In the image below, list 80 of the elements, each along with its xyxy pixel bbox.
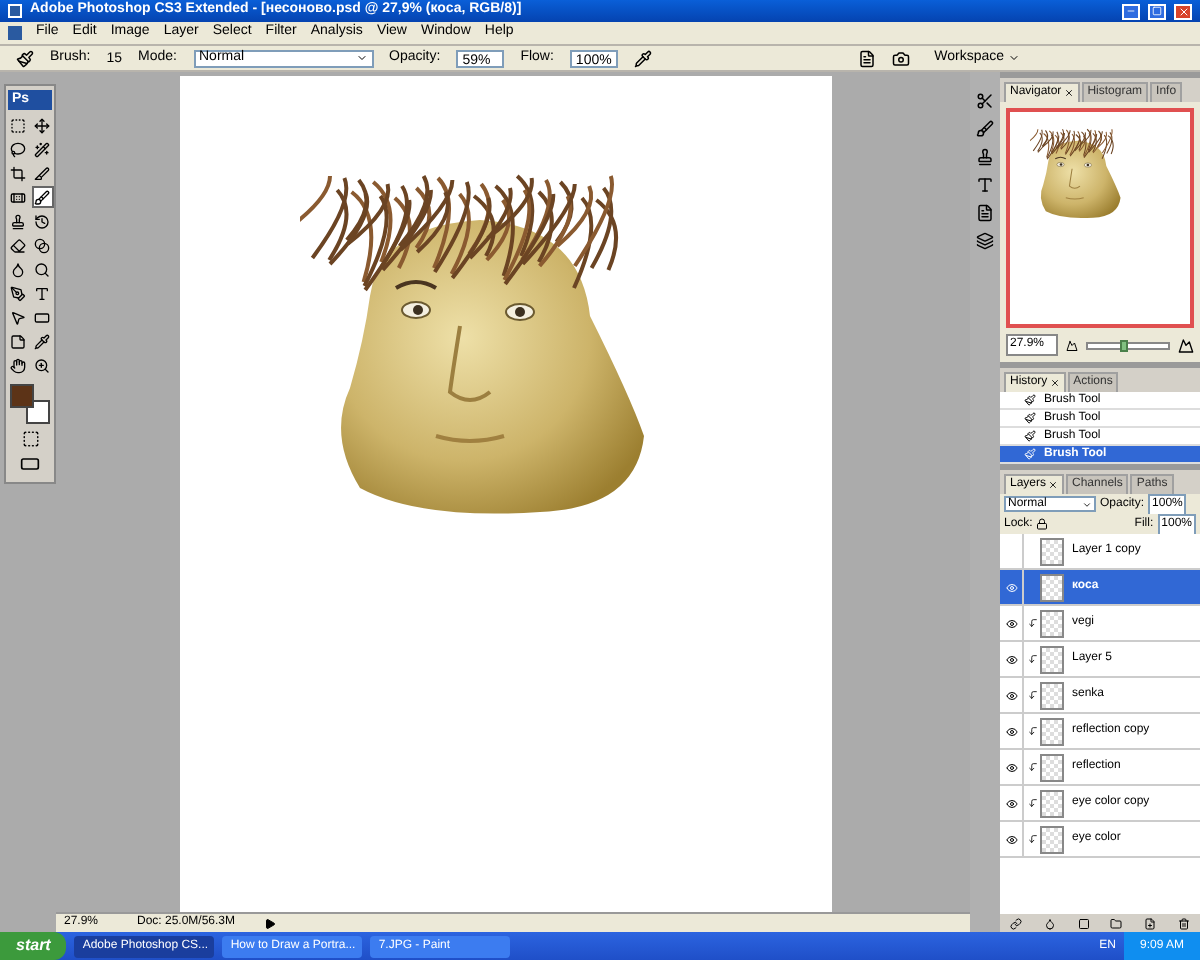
eye-icon bbox=[1005, 653, 1017, 665]
slice-tool-button[interactable] bbox=[31, 162, 53, 184]
layer-thumbnail bbox=[1040, 681, 1064, 709]
zoom-in-icon[interactable] bbox=[1178, 337, 1194, 353]
new-layer-icon[interactable] bbox=[1143, 917, 1156, 929]
eyedropper-tool-button[interactable] bbox=[31, 330, 53, 352]
eye-icon bbox=[1005, 797, 1017, 809]
minimize-button[interactable] bbox=[1122, 3, 1140, 19]
mask-mode-icon[interactable] bbox=[21, 430, 39, 448]
blur-tool-button[interactable] bbox=[7, 258, 29, 280]
select-tool-button[interactable] bbox=[7, 306, 29, 328]
eraser-tool-button[interactable] bbox=[7, 234, 29, 256]
minimize-icon bbox=[1126, 6, 1136, 16]
close-button[interactable] bbox=[1174, 3, 1192, 19]
chevron-down-icon bbox=[1082, 499, 1092, 509]
visibility-toggle[interactable] bbox=[1000, 822, 1024, 856]
layer-comps-icon[interactable] bbox=[976, 232, 994, 250]
maximize-icon bbox=[1152, 6, 1162, 16]
lock-icon[interactable] bbox=[1036, 518, 1049, 530]
chevron-down-icon bbox=[355, 52, 367, 64]
layer-thumbnail bbox=[1040, 753, 1064, 781]
dodge-tool-button[interactable] bbox=[31, 258, 53, 280]
visibility-toggle[interactable] bbox=[1000, 570, 1024, 604]
document-icon[interactable] bbox=[858, 49, 877, 67]
crop-tool-button[interactable] bbox=[7, 162, 29, 184]
wand-tool-button[interactable] bbox=[31, 138, 53, 160]
caret-icon bbox=[1008, 52, 1020, 64]
visibility-toggle[interactable] bbox=[1000, 714, 1024, 748]
screen-mode-icon[interactable] bbox=[20, 454, 40, 474]
gradient-tool-button[interactable] bbox=[31, 234, 53, 256]
hand-tool-button[interactable] bbox=[7, 354, 29, 376]
eye-icon bbox=[1005, 833, 1017, 845]
visibility-toggle[interactable] bbox=[1000, 678, 1024, 712]
stamp-icon[interactable] bbox=[976, 148, 994, 166]
layer-thumbnail bbox=[1040, 789, 1064, 817]
visibility-toggle[interactable] bbox=[1000, 786, 1024, 820]
brush-icon[interactable] bbox=[16, 49, 34, 67]
trash-icon[interactable] bbox=[1177, 917, 1190, 929]
eye-icon bbox=[1005, 617, 1017, 629]
layer-thumbnail bbox=[1040, 609, 1064, 637]
visibility-toggle[interactable] bbox=[1000, 606, 1024, 640]
type-tool-button[interactable] bbox=[31, 282, 53, 304]
mask-icon[interactable] bbox=[1077, 917, 1090, 929]
eye-icon bbox=[1005, 725, 1017, 737]
lasso-tool-button[interactable] bbox=[7, 138, 29, 160]
layer-thumbnail bbox=[1040, 573, 1064, 601]
eye-icon bbox=[1005, 761, 1017, 773]
zoom-tool-button[interactable] bbox=[31, 354, 53, 376]
brush-icon bbox=[1024, 430, 1036, 442]
layer-thumbnail bbox=[1040, 537, 1064, 565]
notes-tool-button[interactable] bbox=[7, 330, 29, 352]
layer-thumbnail bbox=[1040, 825, 1064, 853]
stamp-tool-button[interactable] bbox=[7, 210, 29, 232]
folder-icon[interactable] bbox=[1110, 917, 1123, 929]
move-tool-button[interactable] bbox=[31, 114, 53, 136]
brush-icon[interactable] bbox=[976, 120, 994, 138]
history-tool-button[interactable] bbox=[31, 210, 53, 232]
brush-icon bbox=[1024, 412, 1036, 424]
layer-thumbnail bbox=[1040, 645, 1064, 673]
visibility-toggle[interactable] bbox=[1000, 750, 1024, 784]
marquee-tool-button[interactable] bbox=[7, 114, 29, 136]
brush-icon bbox=[1024, 448, 1036, 460]
camera-icon[interactable] bbox=[892, 49, 911, 67]
brush-icon bbox=[1024, 394, 1036, 406]
eye-icon bbox=[1005, 689, 1017, 701]
visibility-toggle[interactable] bbox=[1000, 642, 1024, 676]
maximize-button[interactable] bbox=[1148, 3, 1166, 19]
zoom-slider[interactable] bbox=[1086, 341, 1170, 349]
pen-tool-button[interactable] bbox=[7, 282, 29, 304]
start-button[interactable]: start bbox=[0, 932, 67, 960]
zoom-slider-thumb[interactable] bbox=[1120, 339, 1128, 351]
foreground-color-swatch[interactable] bbox=[10, 384, 34, 408]
brush-tool-button[interactable] bbox=[31, 186, 53, 208]
character-icon[interactable] bbox=[976, 176, 994, 194]
layer-thumbnail bbox=[1040, 717, 1064, 745]
eye-icon bbox=[1005, 581, 1017, 593]
arrow-icon[interactable] bbox=[264, 917, 276, 929]
zoom-out-icon[interactable] bbox=[1066, 339, 1078, 351]
link-icon[interactable] bbox=[1010, 917, 1023, 929]
close-icon bbox=[1177, 5, 1189, 17]
